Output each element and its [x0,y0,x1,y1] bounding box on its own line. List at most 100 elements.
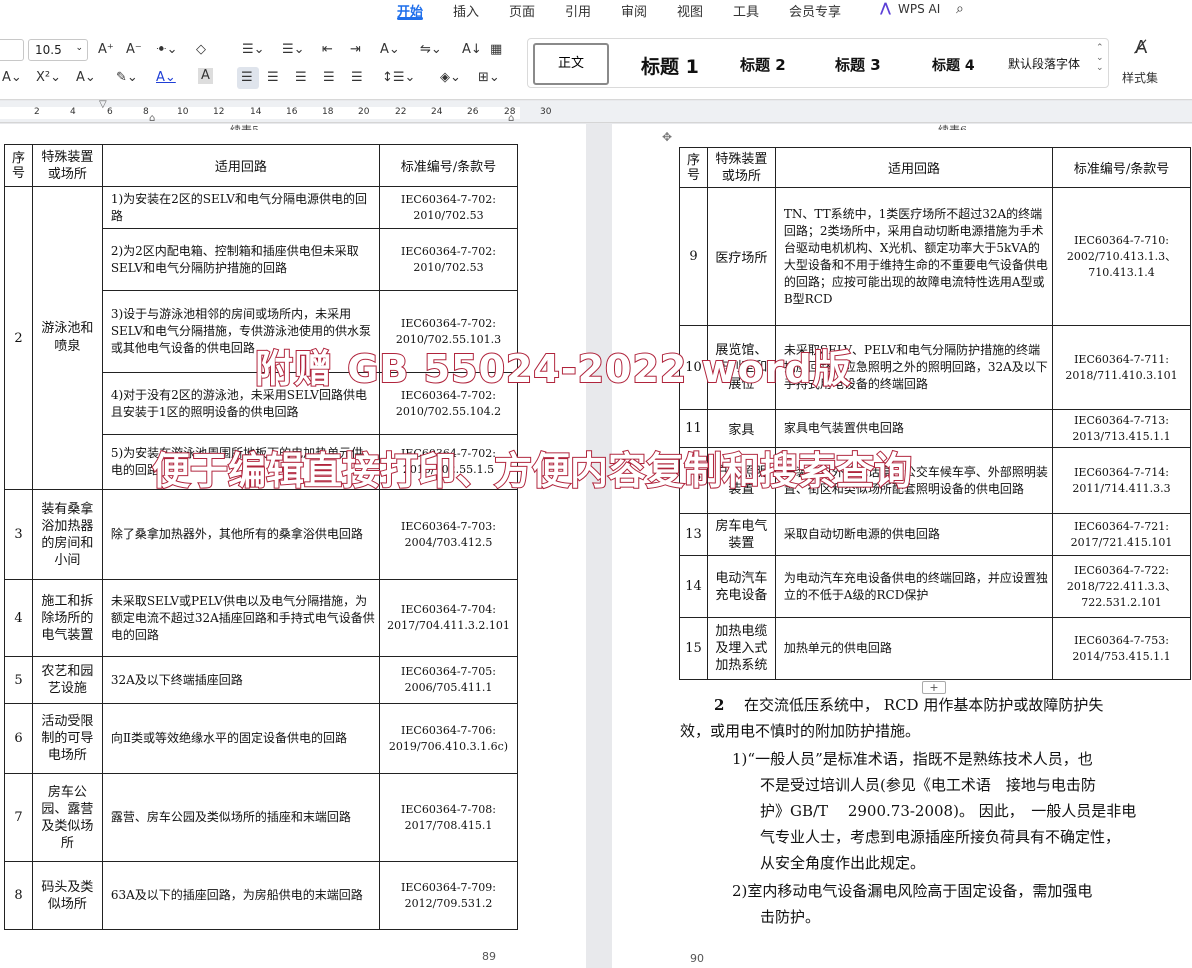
row-place: 房车公园、露营及类似场所 [31,773,103,862]
list-line: 气专业人士，考虑到电源插座所接负荷具有不确定性， [760,828,1121,846]
table-caption-fragment: 续表5 [230,122,259,130]
list-line: 从安全角度作出此规定。 [760,854,926,872]
left-indent-marker[interactable]: ⌂ [149,113,155,124]
style-normal[interactable]: 正文 [533,43,609,85]
table-left: 序号 特殊装置或场所 适用回路 标准编号/条款号 2 游泳池和喷泉 1)为安装在… [4,144,518,930]
page-left: 续表5 序号 特殊装置或场所 适用回路 标准编号/条款号 2 游泳池和喷泉 1)… [0,124,586,968]
table-header-row: 序号 特殊装置或场所 适用回路 标准编号/条款号 [679,147,1191,188]
list-line: 2)室内移动电气设备漏电风险高于固定设备，需加强电 [732,882,1093,900]
tab-view[interactable]: 视图 [677,1,703,20]
clear-format-icon[interactable]: ◇ [196,42,206,58]
phonetic-icon[interactable]: ꔹ⌄ [156,42,178,58]
align-right-icon[interactable]: ☰ [295,70,307,86]
row-standard: IEC60364-7-714: 2011/714.411.3.3 [1052,447,1191,514]
row-standard: IEC60364-7-703: 2004/703.412.5 [379,489,518,580]
row-circuit: 露营、房车公园及类似场所的插座和末端回路 [101,773,381,862]
distributed-icon[interactable]: ▦ [490,42,502,58]
increase-indent-icon[interactable]: ⇥ [350,42,361,58]
wps-ai-icon[interactable]: ⋀ [880,1,891,16]
ruler-tick: 18 [322,107,334,117]
row-standard: IEC60364-7-722: 2018/722.411.3.3、 722.53… [1052,555,1191,618]
style-default-paragraph-font[interactable]: 默认段落字体 [1008,55,1080,72]
row-place: 游泳池和喷泉 [31,186,103,490]
first-indent-marker[interactable]: ▽ [99,99,107,110]
superscript-icon[interactable]: X²⌄ [36,70,61,86]
list-line: 护》GB/T 2900.73-2008)。 因此， 一般人员是非电 [760,802,1137,820]
ruler-tick: 24 [431,107,443,117]
tab-insert[interactable]: 插入 [453,1,479,20]
table-move-handle-icon[interactable]: ✥ [662,130,672,144]
table-row: 9 医疗场所 TN、TT系统中，1类医疗场所不超过32A的终端回路；2类场所中，… [679,187,1191,326]
style-heading-3[interactable]: 标题 3 [835,54,881,75]
search-icon[interactable]: ⌕ [956,1,964,17]
tab-review[interactable]: 审阅 [621,1,647,20]
row-no: 7 [4,773,33,862]
align-center-icon[interactable]: ☰ [267,70,279,86]
font-name-dropdown[interactable] [0,39,24,61]
ruler-tick: 16 [286,107,298,117]
row-no: 9 [679,187,708,326]
row-circuit: 未采取SELV或PELV供电以及电气分隔措施，为额定电流不超过32A插座回路和手… [101,579,381,657]
ruler-tick: 6 [107,107,113,117]
ruler-tick: 20 [358,107,370,117]
style-set-button[interactable]: 样式集 [1122,70,1158,86]
row-circuit: 除了桑拿加热器外，其他所有的桑拿浴供电回路 [101,489,381,580]
style-heading-4[interactable]: 标题 4 [932,55,975,75]
shading-icon[interactable]: ◈⌄ [440,70,461,86]
style-scroll-icon[interactable]: ⌃ ⌄ ⌄ [1096,43,1104,73]
list-line: 不是受过培训人员(参见《电工术语 接地与电击防 [760,776,1096,794]
wps-ai-button[interactable]: WPS AI [898,2,940,16]
tab-page[interactable]: 页面 [509,1,535,20]
borders-icon[interactable]: ⊞⌄ [478,70,500,86]
char-shading-icon[interactable]: A [198,68,213,84]
distribute-icon[interactable]: ☰ [351,70,363,86]
style-heading-1[interactable]: 标题 1 [641,52,699,79]
font-color-icon[interactable]: A⌄ [156,70,176,86]
text-effects-icon[interactable]: A⌄ [76,70,96,86]
header-no: 序号 [4,144,33,187]
list-item-2: 2)室内移动电气设备漏电风险高于固定设备，需加强电 击防护。 [732,878,1192,930]
text-effect-icon[interactable]: A⌄ [380,42,400,58]
row-standard: IEC60364-7-702: 2010/702.53 [379,228,518,291]
paragraph-line: 在交流低压系统中， RCD 用作基本防护或故障防护失 [744,696,1104,714]
tab-member[interactable]: 会员专享 [789,1,841,20]
ruler-tick: 2 [34,107,40,117]
bullets-icon[interactable]: ☰⌄ [242,42,265,58]
row-no: 2 [4,186,33,490]
table-row: 8 码头及类似场所 63A及以下的插座回路，为房船供电的末端回路 IEC6036… [4,861,518,930]
grow-font-icon[interactable]: A⁺ [98,42,114,58]
tab-references[interactable]: 引用 [565,1,591,20]
table-row: 7 房车公园、露营及类似场所 露营、房车公园及类似场所的插座和末端回路 IEC6… [4,773,518,862]
font-size-dropdown[interactable]: 10.5 ⌄ [28,39,88,61]
row-standard: IEC60364-7-710: 2002/710.413.1.3、 710.41… [1052,187,1191,326]
ruler-tick: 30 [540,107,552,117]
row-standard: IEC60364-7-711: 2018/711.410.3.101 [1052,325,1191,410]
ruler-tick: 26 [467,107,479,117]
decrease-indent-icon[interactable]: ⇤ [322,42,333,58]
sort-icon[interactable]: A↓ [462,42,482,58]
shrink-font-icon[interactable]: A⁻ [126,42,142,58]
ruler-tick: 8 [143,107,149,117]
row-circuit: 向Ⅱ类或等效绝缘水平的固定设备供电的回路 [101,703,381,774]
header-no: 序号 [679,147,708,188]
line-break-icon[interactable]: ⇋⌄ [420,42,442,58]
watermark-line-2: 便于编辑直接打印、方便内容复制和搜索查询 [151,448,913,494]
ribbon-toolbar: 10.5 ⌄ A⁺ A⁻ ꔹ⌄ ◇ ☰⌄ ☰⌄ ⇤ ⇥ A⌄ ⇋⌄ A↓ ▦ A⌄… [0,20,1192,100]
watermark-line-1: 附赠 GB 55024-2022 word版 [254,346,852,392]
style-set-icon[interactable]: A̸ [1135,39,1147,57]
line-spacing-icon[interactable]: ↕☰⌄ [382,70,415,86]
row-standard: IEC60364-7-753: 2014/753.415.1.1 [1052,617,1191,680]
numbering-icon[interactable]: ☰⌄ [282,42,305,58]
table-row: 5 农艺和园艺设施 32A及以下终端插座回路 IEC60364-7-705: 2… [4,656,518,704]
align-left-button[interactable]: ☰ [237,67,259,89]
table-row: 15 加热电缆及埋入式加热系统 加热单元的供电回路 IEC60364-7-753… [679,617,1191,680]
tab-tools[interactable]: 工具 [733,1,759,20]
highlight-icon[interactable]: ✎⌄ [116,70,138,86]
style-heading-2[interactable]: 标题 2 [740,54,786,75]
right-indent-marker[interactable]: ⌂ [508,113,514,124]
horizontal-ruler[interactable]: 2 4 6 8 10 12 14 16 18 20 22 24 26 28 30… [0,99,1192,124]
justify-icon[interactable]: ☰ [323,70,335,86]
font-color-small-icon[interactable]: A⌄ [2,70,22,86]
table-row: 3 装有桑拿浴加热器的房间和小间 除了桑拿加热器外，其他所有的桑拿浴供电回路 I… [4,489,518,580]
header-place: 特殊装置或场所 [706,147,776,188]
